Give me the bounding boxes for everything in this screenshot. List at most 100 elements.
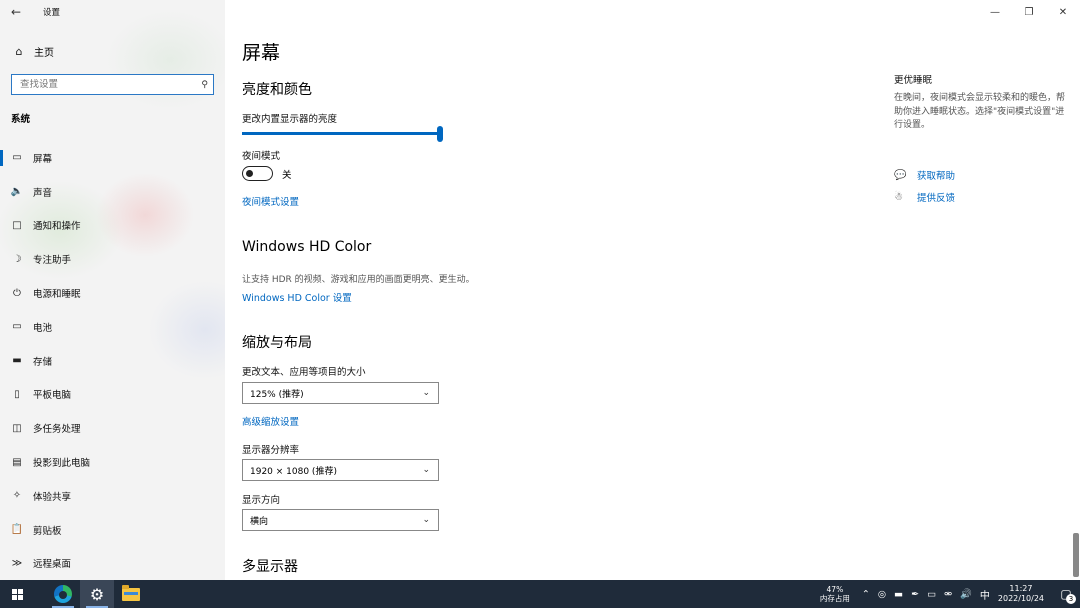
give-feedback-label: 提供反馈: [917, 193, 956, 204]
titlebar-left: ← 设置: [0, 0, 60, 24]
brightness-heading: 亮度和颜色: [242, 82, 312, 98]
sidebar: ← 设置 ⌂ 主页 ⚲ 系统 ▭ 屏幕 🔈 声音 □ 通知和操作 ☽ 专注助手 …: [0, 0, 225, 580]
brightness-slider[interactable]: [242, 126, 443, 142]
resolution-dropdown[interactable]: 1920 × 1080 (推荐) ⌄: [242, 459, 439, 481]
night-light-settings-link[interactable]: 夜间模式设置: [242, 194, 299, 208]
night-light-toggle-row: 关: [242, 166, 292, 181]
sidebar-item-clipboard[interactable]: 📋 剪贴板: [0, 513, 225, 547]
back-button[interactable]: ←: [0, 0, 32, 24]
tablet-icon: ▯: [14, 388, 20, 400]
sidebar-item-label: 剪贴板: [33, 525, 62, 537]
hardware-icon[interactable]: ▬: [894, 589, 903, 600]
chevron-up-icon[interactable]: ⌃: [862, 589, 870, 600]
memory-label: 内存占用: [819, 594, 850, 603]
sidebar-item-home[interactable]: ⌂ 主页: [0, 40, 225, 62]
sidebar-item-label: 通知和操作: [33, 221, 81, 233]
hd-color-settings-link[interactable]: Windows HD Color 设置: [242, 290, 352, 304]
brightness-label: 更改内置显示器的亮度: [242, 114, 338, 125]
close-icon: ✕: [1058, 6, 1068, 18]
sidebar-item-display[interactable]: ▭ 屏幕: [0, 141, 225, 175]
sidebar-item-label: 多任务处理: [33, 424, 81, 436]
better-sleep-title: 更优睡眠: [894, 75, 933, 86]
scale-value: 125% (推荐): [250, 389, 304, 400]
sidebar-item-shared-experiences[interactable]: ✧ 体验共享: [0, 479, 225, 513]
sidebar-item-battery[interactable]: ▭ 电池: [0, 310, 225, 344]
clock[interactable]: 11:27 2022/10/24: [998, 584, 1044, 604]
give-feedback-link[interactable]: ☃ 提供反馈: [894, 190, 956, 205]
multi-display-heading: 多显示器: [242, 559, 298, 575]
sidebar-item-label: 电源和睡眠: [33, 289, 81, 301]
storage-icon: ▬: [12, 355, 22, 367]
search-icon[interactable]: ⚲: [201, 80, 208, 90]
sidebar-item-tablet[interactable]: ▯ 平板电脑: [0, 378, 225, 412]
orientation-dropdown[interactable]: 横向 ⌄: [242, 509, 439, 531]
speaker-icon: 🔈: [10, 186, 24, 198]
scale-dropdown[interactable]: 125% (推荐) ⌄: [242, 382, 439, 404]
volume-icon[interactable]: 🔊: [960, 589, 972, 600]
hd-color-heading: Windows HD Color: [242, 239, 372, 255]
search-box[interactable]: ⚲: [11, 74, 214, 95]
restore-icon: ❐: [1024, 6, 1034, 18]
taskbar-app-settings[interactable]: ⚙: [80, 580, 114, 608]
resolution-label: 显示器分辨率: [242, 445, 300, 456]
sidebar-nav: ▭ 屏幕 🔈 声音 □ 通知和操作 ☽ 专注助手 ⏻ 电源和睡眠 ▭ 电池 ▬ …: [0, 141, 225, 580]
minimize-button[interactable]: —: [978, 0, 1012, 24]
sidebar-item-multitasking[interactable]: ◫ 多任务处理: [0, 411, 225, 445]
memory-usage[interactable]: 47% 内存占用: [820, 585, 850, 604]
share-icon: ✧: [12, 490, 22, 502]
taskbar-app-edge[interactable]: [46, 580, 80, 608]
battery-tray-icon[interactable]: ▭: [927, 589, 936, 600]
sidebar-item-storage[interactable]: ▬ 存储: [0, 344, 225, 378]
sidebar-item-power-sleep[interactable]: ⏻ 电源和睡眠: [0, 276, 225, 310]
help-chat-icon: 💬: [894, 169, 907, 181]
sidebar-item-sound[interactable]: 🔈 声音: [0, 175, 225, 209]
taskbar-app-file-explorer[interactable]: [114, 580, 148, 608]
sidebar-item-label: 屏幕: [33, 153, 53, 165]
hd-color-description: 让支持 HDR 的视频、游戏和应用的画面更明亮、更生动。: [242, 275, 475, 285]
sidebar-item-label: 体验共享: [33, 491, 72, 503]
notification-icon: □: [12, 219, 22, 231]
record-icon[interactable]: ◎: [878, 589, 886, 600]
get-help-link[interactable]: 💬 获取帮助: [894, 168, 955, 183]
pen-icon[interactable]: ✒: [911, 589, 919, 600]
sidebar-item-focus-assist[interactable]: ☽ 专注助手: [0, 242, 225, 276]
action-center-button[interactable]: ▢ 3: [1052, 580, 1080, 608]
project-icon: ▤: [12, 456, 22, 468]
wifi-icon[interactable]: ⚮: [944, 589, 952, 600]
sidebar-item-label: 远程桌面: [33, 559, 72, 571]
multitask-icon: ◫: [12, 422, 22, 434]
ime-indicator[interactable]: 中: [980, 587, 990, 602]
sidebar-item-label: 专注助手: [33, 255, 72, 267]
night-light-toggle[interactable]: [242, 166, 273, 181]
advanced-scaling-link[interactable]: 高级缩放设置: [242, 414, 299, 428]
close-button[interactable]: ✕: [1046, 0, 1080, 24]
scale-label: 更改文本、应用等项目的大小: [242, 367, 366, 378]
taskbar: ⚙ 47% 内存占用 ⌃ ◎ ▬ ✒ ▭ ⚮ 🔊 中 11:27 2022/10…: [0, 580, 1080, 608]
clock-time: 11:27: [1009, 584, 1033, 593]
window-controls: — ❐ ✕: [978, 0, 1080, 24]
notification-count-badge: 3: [1066, 594, 1076, 604]
slider-fill: [242, 132, 440, 135]
sidebar-item-notifications[interactable]: □ 通知和操作: [0, 209, 225, 243]
gear-icon: ⚙: [89, 584, 105, 604]
search-input[interactable]: [20, 79, 190, 90]
sidebar-item-project[interactable]: ▤ 投影到此电脑: [0, 445, 225, 479]
start-button[interactable]: [0, 580, 34, 608]
app-title: 设置: [43, 8, 61, 18]
toggle-knob: [246, 169, 253, 177]
sidebar-item-remote-desktop[interactable]: ≫ 远程桌面: [0, 547, 225, 581]
sidebar-item-label: 声音: [33, 187, 53, 199]
orientation-label: 显示方向: [242, 495, 281, 506]
toggle-state: 关: [282, 169, 292, 181]
sidebar-item-label: 存储: [33, 356, 53, 368]
windows-logo-icon: [11, 588, 23, 600]
feedback-icon: ☃: [894, 191, 903, 203]
restore-button[interactable]: ❐: [1012, 0, 1046, 24]
resolution-value: 1920 × 1080 (推荐): [250, 466, 337, 477]
clock-date: 2022/10/24: [997, 594, 1044, 603]
minimize-icon: —: [990, 6, 1000, 18]
slider-thumb[interactable]: [437, 126, 443, 142]
scrollbar-thumb[interactable]: [1073, 533, 1079, 577]
chevron-down-icon: ⌄: [422, 388, 430, 398]
folder-icon: [122, 584, 140, 601]
